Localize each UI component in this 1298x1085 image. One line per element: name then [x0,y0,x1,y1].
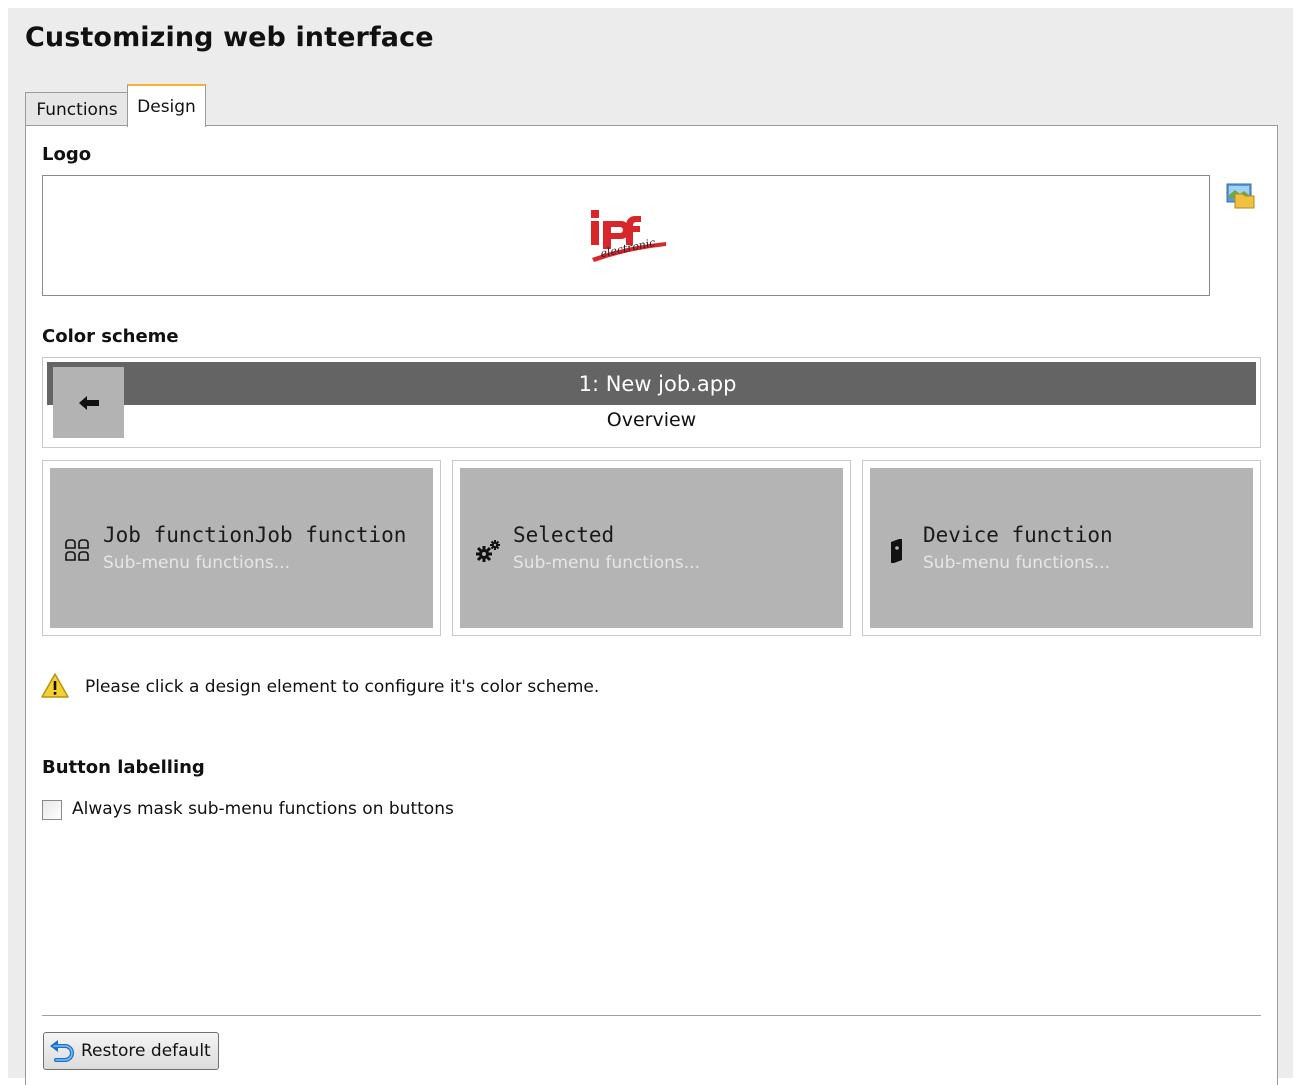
color-scheme-header-preview: 1: New job.app Overview [42,357,1261,448]
undo-icon [50,1040,74,1062]
tile-title: Device function [923,523,1113,547]
grid-icon [65,539,89,561]
ipf-electronic-logo: electronic [591,210,666,262]
tile-subtitle: Sub-menu functions... [103,553,290,573]
tab-functions[interactable]: Functions [25,92,129,126]
design-panel: Logo electronic Color scheme 1: New job.… [25,125,1278,1085]
breadcrumb[interactable]: Overview [43,409,1260,431]
tile-title: Job functionJob function [103,523,407,547]
tile-subtitle: Sub-menu functions... [513,553,700,573]
warning-icon [41,673,69,698]
mask-submenu-checkbox-label[interactable]: Always mask sub-menu functions on button… [72,799,454,819]
tile-job-function: Job functionJob function Sub-menu functi… [42,460,441,636]
divider [42,1015,1261,1016]
hint-text: Please click a design element to configu… [85,677,600,697]
logo-label: Logo [42,144,92,165]
device-icon [891,539,902,563]
mask-submenu-checkbox[interactable] [42,800,62,820]
tile-button[interactable]: Device function Sub-menu functions... [870,468,1253,628]
tab-design[interactable]: Design [127,84,206,127]
button-labelling-label: Button labelling [42,757,205,778]
tile-device-function: Device function Sub-menu functions... [862,460,1261,636]
image-folder-icon[interactable] [1226,182,1255,209]
restore-default-label: Restore default [81,1041,211,1061]
page-title: Customizing web interface [25,22,434,53]
color-scheme-label: Color scheme [42,326,179,347]
tile-title: Selected [513,523,615,547]
app-bar-title: 1: New job.app [578,371,737,396]
gears-icon [476,540,500,562]
back-button[interactable] [53,367,124,438]
arrow-left-icon [78,395,99,410]
tile-button[interactable]: Job functionJob function Sub-menu functi… [50,468,433,628]
restore-default-button[interactable]: Restore default [43,1032,219,1070]
dialog: Customizing web interface Functions Desi… [8,8,1293,1085]
tile-selected: Selected Sub-menu functions... [452,460,851,636]
tile-button[interactable]: Selected Sub-menu functions... [460,468,843,628]
app-bar[interactable]: 1: New job.app [47,362,1256,405]
logo-preview[interactable]: electronic [42,175,1210,296]
tile-subtitle: Sub-menu functions... [923,553,1110,573]
